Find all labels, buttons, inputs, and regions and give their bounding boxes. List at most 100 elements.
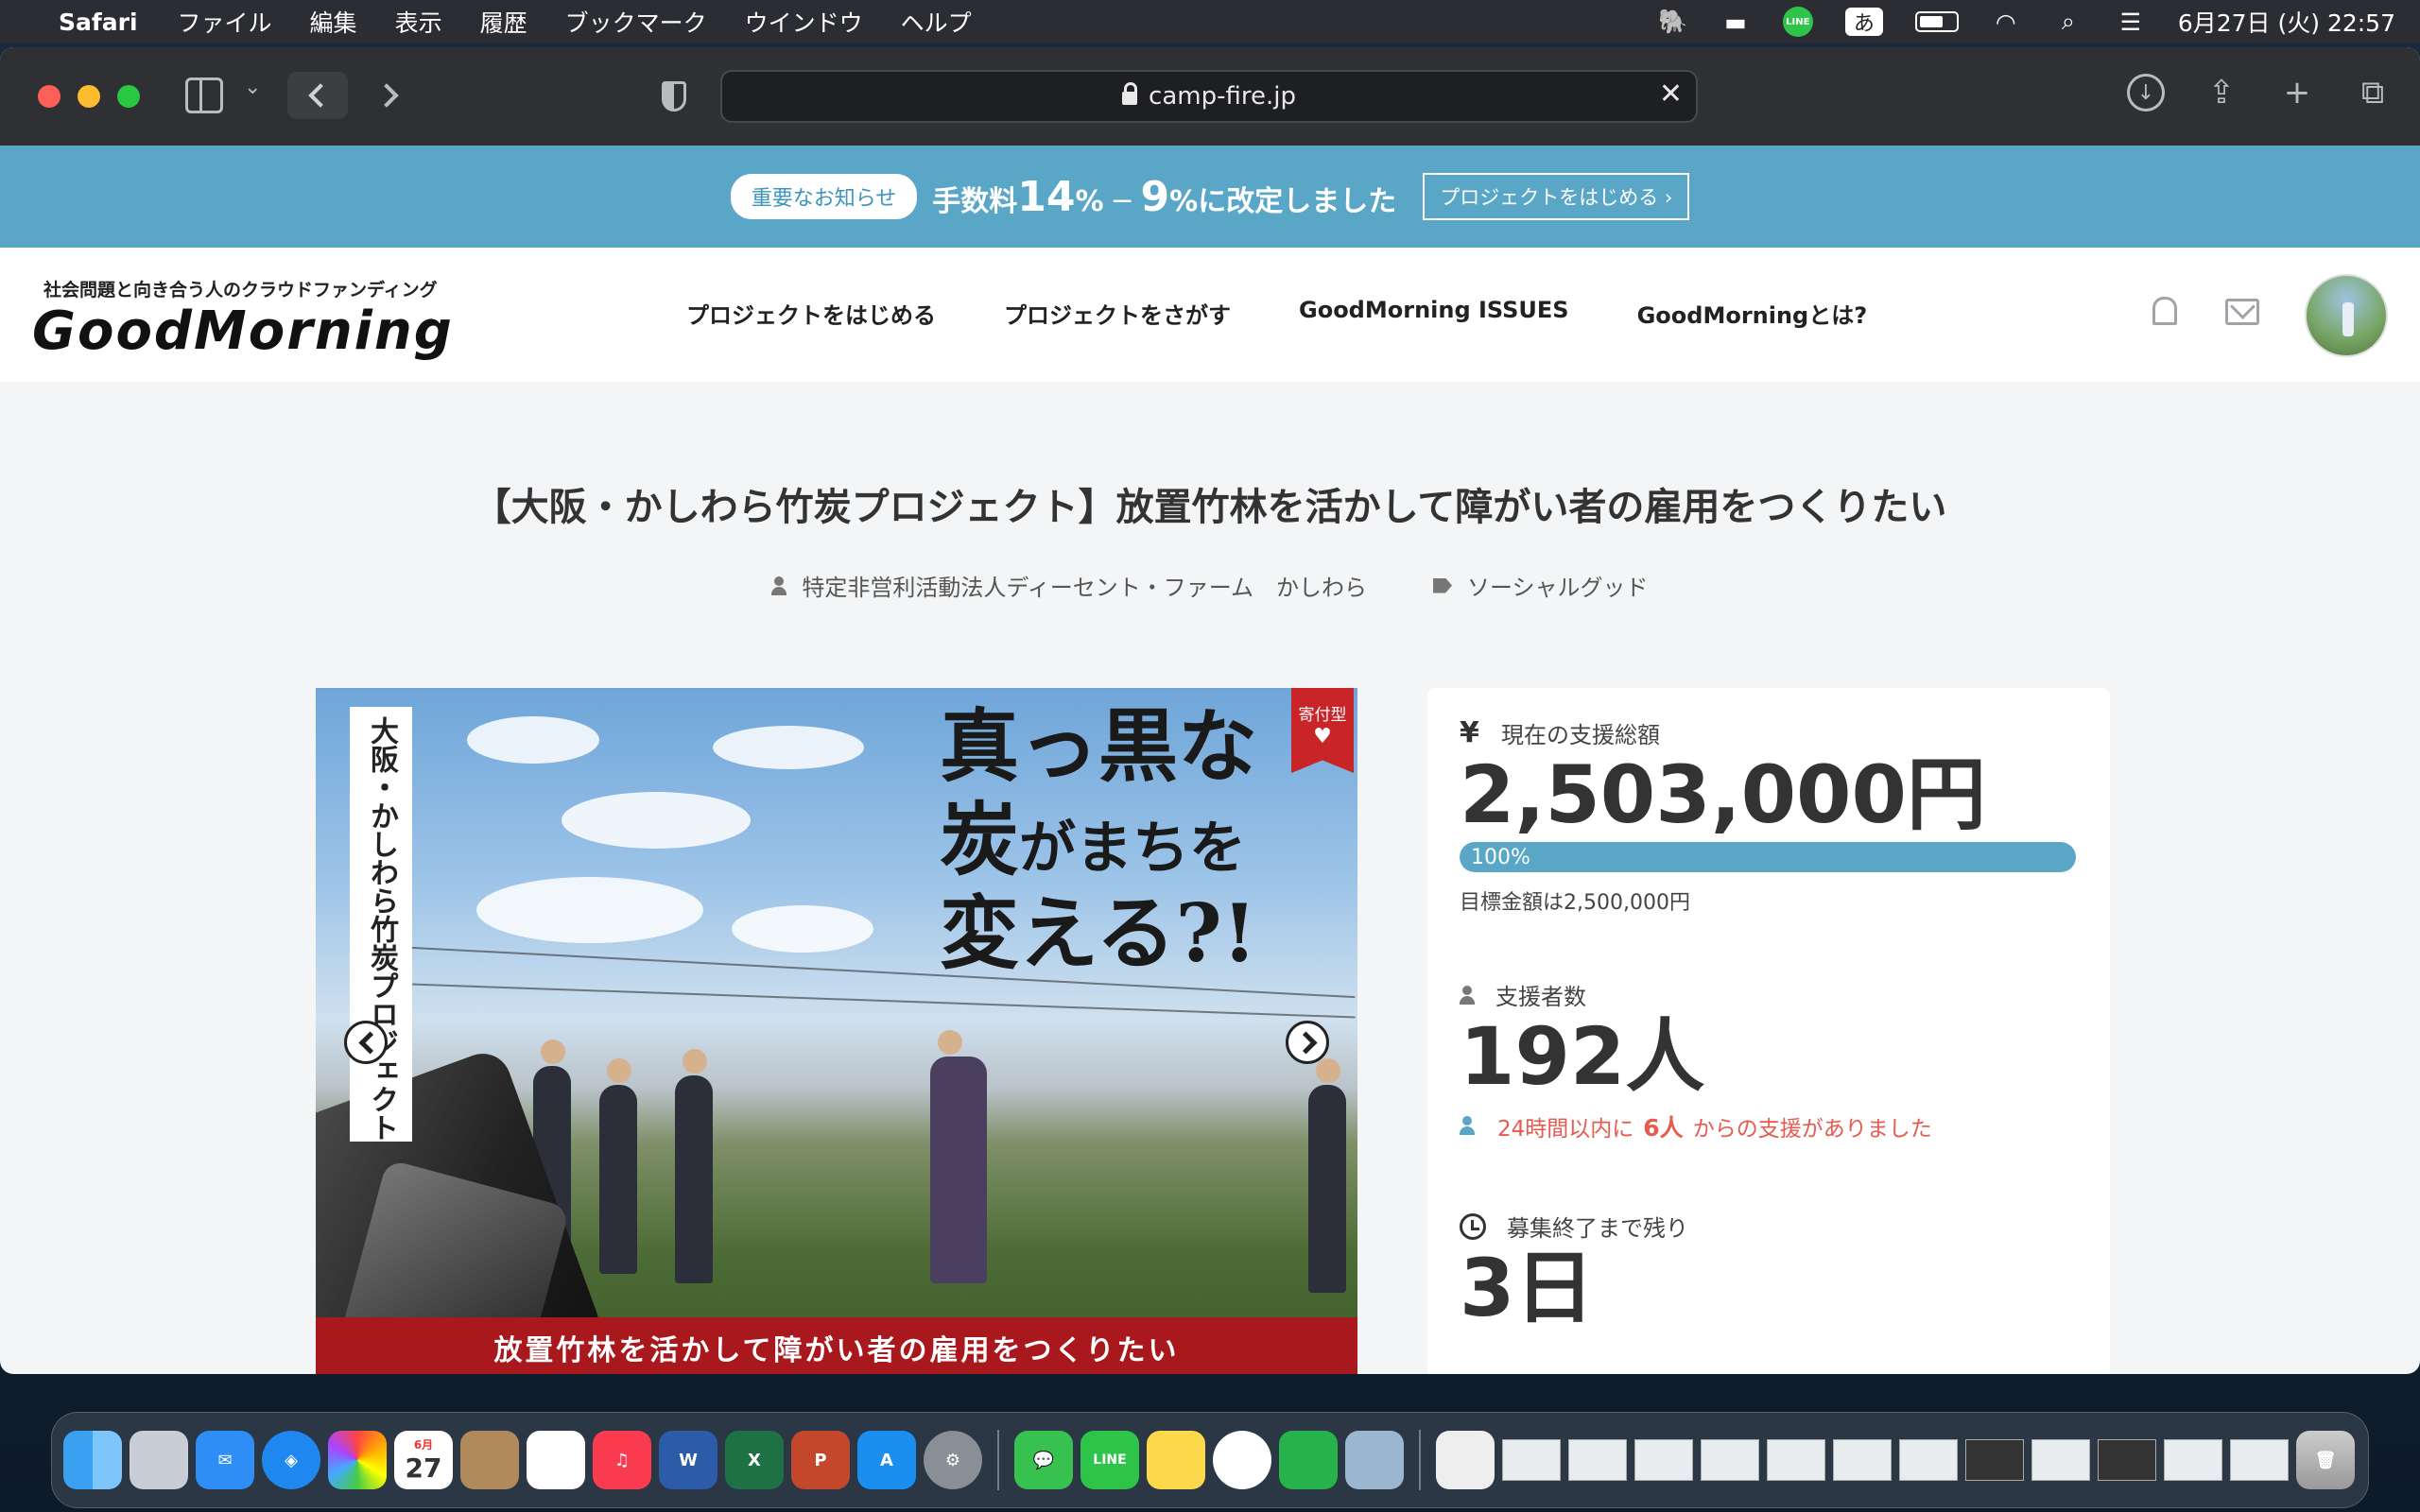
dock-separator xyxy=(997,1430,999,1490)
document-icon[interactable] xyxy=(1436,1431,1495,1489)
launchpad-icon[interactable] xyxy=(130,1431,188,1489)
minimized-window-thumb[interactable] xyxy=(2031,1439,2090,1481)
time-remaining-label-text: 募集終了まで残り xyxy=(1507,1215,1688,1243)
menu-history[interactable]: 履歴 xyxy=(480,5,527,39)
sidebar-toggle-icon[interactable] xyxy=(185,77,223,113)
trash-icon[interactable]: 🗑 xyxy=(2296,1431,2355,1489)
printer-status-icon[interactable]: ▬ xyxy=(1720,9,1751,36)
minimized-window-thumb[interactable] xyxy=(1568,1439,1627,1481)
reminders-icon[interactable] xyxy=(527,1431,585,1489)
url-text[interactable]: camp-fire.jp xyxy=(1149,82,1296,111)
project-hero-image[interactable]: 大阪・かしわら竹炭プロジェクト 真っ黒な 炭がまちを 変える?! 寄付型 ♥ 放… xyxy=(316,688,1357,1374)
menu-bookmarks[interactable]: ブックマーク xyxy=(565,5,707,39)
notice-pill[interactable]: 重要なお知らせ xyxy=(730,174,918,219)
minimize-window-button[interactable] xyxy=(78,85,100,108)
time-remaining-label: 募集終了まで残り xyxy=(1460,1210,2078,1243)
nav-find-project[interactable]: プロジェクトをさがす xyxy=(1004,297,1231,330)
back-button[interactable] xyxy=(287,72,348,119)
tab-overview-icon[interactable]: ⧉ xyxy=(2354,74,2392,112)
address-bar[interactable]: camp-fire.jp ✕ xyxy=(720,70,1698,123)
site-header: 社会問題と向き合う人のクラウドファンディング GoodMorning プロジェク… xyxy=(0,248,2420,382)
photos-icon[interactable] xyxy=(328,1431,387,1489)
input-mode-icon[interactable]: あ xyxy=(1844,8,1883,36)
carousel-prev-button[interactable] xyxy=(344,1021,388,1064)
calendar-icon[interactable]: 6月 27 xyxy=(394,1431,453,1489)
menu-help[interactable]: ヘルプ xyxy=(901,5,972,39)
wifi-icon[interactable]: ◠ xyxy=(1991,9,2021,36)
person-figure xyxy=(1308,1058,1346,1293)
notification-bell-icon[interactable] xyxy=(2150,295,2178,327)
messages-icon[interactable]: 💬 xyxy=(1014,1431,1073,1489)
catch-line-2a: 炭 xyxy=(940,793,1020,887)
menu-clock[interactable]: 6月27日 (火) 22:57 xyxy=(2178,5,2395,39)
contacts-icon[interactable] xyxy=(460,1431,519,1489)
numbers-icon[interactable] xyxy=(1279,1431,1338,1489)
minimized-window-thumb[interactable] xyxy=(1899,1439,1958,1481)
header-icons xyxy=(2150,295,2259,327)
powerpoint-icon[interactable]: P xyxy=(791,1431,850,1489)
new-tab-icon[interactable]: + xyxy=(2278,74,2316,112)
share-icon[interactable]: ⇪ xyxy=(2203,74,2240,112)
recent-suffix: からの支援がありました xyxy=(1692,1117,1932,1143)
minimized-window-thumb[interactable] xyxy=(1701,1439,1759,1481)
category-name[interactable]: ソーシャルグッド xyxy=(1467,569,1649,602)
app-store-icon[interactable]: A xyxy=(857,1431,916,1489)
menu-view[interactable]: 表示 xyxy=(395,5,442,39)
carousel-next-button[interactable] xyxy=(1286,1021,1329,1064)
total-funding-label-text: 現在の支援総額 xyxy=(1501,722,1660,748)
evernote-icon[interactable] xyxy=(1213,1431,1271,1489)
funding-stats-panel: ¥ 現在の支援総額 2,503,000円 100% 目標金額は2,500,000… xyxy=(1427,688,2110,1374)
nav-start-project[interactable]: プロジェクトをはじめる xyxy=(686,297,936,330)
system-settings-icon[interactable]: ⚙ xyxy=(924,1431,982,1489)
line-app-icon[interactable]: LINE xyxy=(1080,1431,1139,1489)
calendar-day: 27 xyxy=(405,1452,442,1484)
zoom-window-button[interactable] xyxy=(117,85,140,108)
nav-issues[interactable]: GoodMorning ISSUES xyxy=(1299,297,1569,330)
downloads-icon[interactable]: ↓ xyxy=(2127,74,2165,112)
chevron-down-icon[interactable]: ⌄ xyxy=(244,76,261,99)
menu-app-name[interactable]: Safari xyxy=(59,9,138,36)
evernote-status-icon[interactable]: 🐘 xyxy=(1658,8,1688,35)
line-status-icon[interactable]: LINE xyxy=(1782,7,1813,37)
menu-file[interactable]: ファイル xyxy=(178,5,272,39)
control-center-icon[interactable]: ☰ xyxy=(2116,9,2146,36)
menu-edit[interactable]: 編集 xyxy=(310,5,357,39)
supporters-label-text: 支援者数 xyxy=(1495,984,1586,1011)
owner-name[interactable]: 特定非営利活動法人ディーセント・ファーム かしわら xyxy=(802,569,1367,602)
minimized-window-thumb[interactable] xyxy=(1767,1439,1825,1481)
logo-tagline: 社会問題と向き合う人のクラウドファンディング xyxy=(43,280,438,301)
nav-about[interactable]: GoodMorningとは? xyxy=(1637,297,1868,330)
user-avatar[interactable] xyxy=(2305,274,2388,357)
minimized-window-thumb[interactable] xyxy=(1965,1439,2024,1481)
music-icon[interactable]: ♫ xyxy=(593,1431,651,1489)
mail-icon[interactable] xyxy=(2225,299,2259,325)
privacy-shield-icon[interactable] xyxy=(662,81,686,112)
preview-icon[interactable] xyxy=(1345,1431,1404,1489)
safari-icon[interactable]: ◈ xyxy=(262,1431,320,1489)
mail-app-icon[interactable]: ✉ xyxy=(196,1431,254,1489)
clear-url-icon[interactable]: ✕ xyxy=(1659,77,1683,111)
site-logo[interactable]: 社会問題と向き合う人のクラウドファンディング GoodMorning xyxy=(32,276,454,358)
battery-icon[interactable] xyxy=(1914,11,1959,32)
toolbar-actions: ↓ ⇪ + ⧉ xyxy=(2127,74,2392,112)
minimized-window-thumb[interactable] xyxy=(2230,1439,2289,1481)
macos-menu-bar: Safari ファイル 編集 表示 履歴 ブックマーク ウインドウ ヘルプ 🐘 … xyxy=(0,0,2420,43)
minimized-window-thumb[interactable] xyxy=(1634,1439,1693,1481)
project-category[interactable]: ソーシャルグッド xyxy=(1433,569,1649,602)
word-icon[interactable]: W xyxy=(659,1431,717,1489)
menu-window[interactable]: ウインドウ xyxy=(745,5,863,39)
project-owner[interactable]: 特定非営利活動法人ディーセント・ファーム かしわら xyxy=(771,569,1367,602)
catch-line-1: 真っ黒な xyxy=(940,699,1258,793)
minimized-window-thumb[interactable] xyxy=(1833,1439,1892,1481)
spotlight-search-icon[interactable]: ⌕ xyxy=(2053,8,2083,35)
excel-icon[interactable]: X xyxy=(725,1431,784,1489)
minimized-window-thumb[interactable] xyxy=(2098,1439,2156,1481)
minimized-window-thumb[interactable] xyxy=(1502,1439,1561,1481)
finder-icon[interactable] xyxy=(63,1431,122,1489)
forward-button[interactable] xyxy=(363,72,410,119)
donation-type-badge: 寄付型 ♥ xyxy=(1291,688,1354,773)
close-window-button[interactable] xyxy=(38,85,60,108)
start-project-banner-button[interactable]: プロジェクトをはじめる › xyxy=(1423,173,1690,220)
minimized-window-thumb[interactable] xyxy=(2164,1439,2222,1481)
notes-icon[interactable] xyxy=(1147,1431,1205,1489)
